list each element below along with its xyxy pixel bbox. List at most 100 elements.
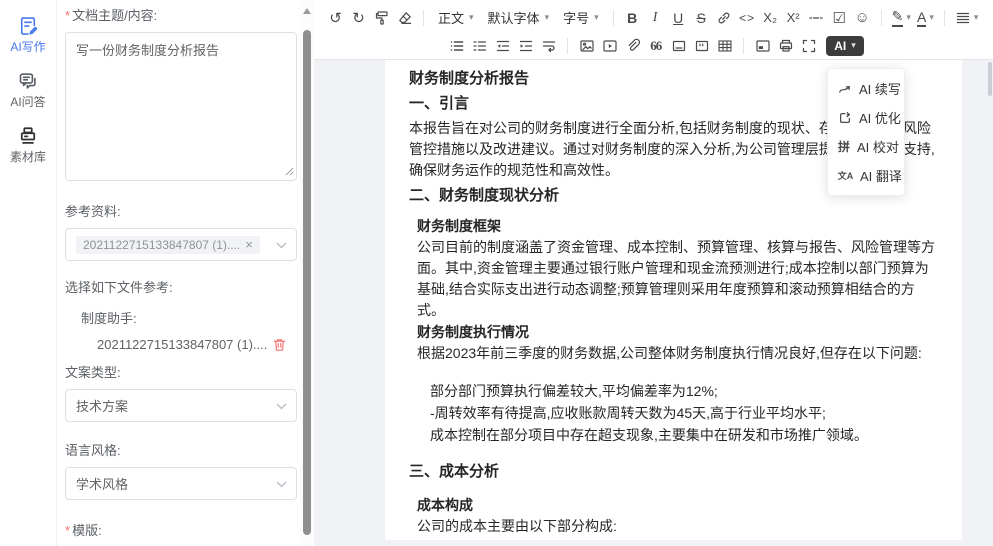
font-family-select[interactable]: 默认字体▾ <box>481 7 557 29</box>
inline-code-button[interactable]: <> <box>737 7 758 29</box>
doc-type-select[interactable]: 技术方案 <box>65 389 297 422</box>
chevron-down-icon <box>276 403 287 410</box>
blockquote-button[interactable]: 66 <box>645 35 666 57</box>
menu-item-label: AI 优化 <box>859 108 901 127</box>
sidebar-item-label: AI问答 <box>10 93 45 110</box>
required-marker: * <box>65 8 70 23</box>
italic-button[interactable]: I <box>645 7 666 29</box>
app-window: AI写作 AI问答 素材库 <box>0 0 993 546</box>
code-block-button[interactable] <box>691 35 712 57</box>
template-label: *模版: <box>65 520 297 539</box>
toolbar-separator <box>944 10 945 26</box>
sidebar-item-material-library[interactable]: 素材库 <box>0 126 56 165</box>
insert-video-button[interactable] <box>599 35 620 57</box>
format-painter-button[interactable] <box>371 7 392 29</box>
doc-list-item: -周转效率有待提高,应收账款周转天数为45天,高于行业平均水平; <box>430 402 940 424</box>
reference-select[interactable]: 2021122715133847807 (1).... × <box>65 228 297 261</box>
insert-table-button[interactable] <box>714 35 735 57</box>
align-button[interactable]: ▾ <box>953 7 981 29</box>
resize-handle-icon[interactable] <box>285 167 294 176</box>
file-group-label: 制度助手: <box>81 308 297 327</box>
fullscreen-button[interactable] <box>798 35 819 57</box>
pip-layout-button[interactable] <box>752 35 773 57</box>
menu-item-label: AI 翻译 <box>860 166 902 185</box>
attachment-button[interactable] <box>622 35 643 57</box>
doc-list-item: 部分部门预算执行偏差较大,平均偏差率为12%; <box>430 380 940 402</box>
bold-button[interactable]: B <box>622 7 643 29</box>
form-panel-scrollbar[interactable] <box>300 0 314 546</box>
task-list-button[interactable]: ☑ <box>829 7 850 29</box>
editor-canvas: 财务制度分析报告 一、引言 本报告旨在对公司的财务制度进行全面分析,包括财务制度… <box>314 60 993 546</box>
sidebar-item-ai-writing[interactable]: AI写作 <box>0 16 56 55</box>
doc-subheading-cost-comp: 成本构成 <box>417 495 940 516</box>
library-icon <box>18 126 38 146</box>
chevron-down-icon <box>276 242 287 249</box>
horizontal-rule-button[interactable] <box>806 7 827 29</box>
doc-type-value: 技术方案 <box>76 396 128 415</box>
editor-toolbar: ↺ ↻ 正文▾ 默认字体▾ <box>314 0 993 60</box>
doc-subheading-execution: 财务制度执行情况 <box>417 322 940 343</box>
sidebar-item-ai-qa[interactable]: AI问答 <box>0 71 56 110</box>
ai-writing-form: *文档主题/内容: 写一份财务制度分析报告 参考资料: 202112271513… <box>57 0 300 546</box>
undo-button[interactable]: ↺ <box>325 7 346 29</box>
doc-heading-cost: 三、成本分析 <box>409 461 940 483</box>
scroll-up-arrow-icon[interactable] <box>303 8 311 14</box>
file-row: 2021122715133847807 (1).... <box>97 337 297 352</box>
subscript-button[interactable]: X₂ <box>760 7 781 29</box>
outdent-button[interactable] <box>492 35 513 57</box>
menu-item-ai-translate[interactable]: 文A AI 翻译 <box>828 161 904 190</box>
emoji-button[interactable]: ☺ <box>852 7 873 29</box>
caret-down-icon: ▾ <box>974 12 979 23</box>
caret-down-icon: ▾ <box>469 12 474 23</box>
menu-item-ai-optimize[interactable]: AI 优化 <box>828 103 904 132</box>
toolbar-separator <box>881 10 882 26</box>
style-value: 学术风格 <box>76 474 128 493</box>
underline-button[interactable]: U <box>668 7 689 29</box>
translate-icon: 文A <box>838 169 853 182</box>
scrollbar-thumb[interactable] <box>303 30 311 535</box>
ordered-list-button[interactable] <box>469 35 490 57</box>
print-button[interactable] <box>775 35 796 57</box>
nav-sidebar: AI写作 AI问答 素材库 <box>0 0 57 546</box>
menu-item-ai-continue[interactable]: AI 续写 <box>828 74 904 103</box>
caret-down-icon: ▾ <box>594 12 599 23</box>
file-section-label: 选择如下文件参考: <box>65 277 297 296</box>
wrap-text-button[interactable] <box>538 35 559 57</box>
trash-icon[interactable] <box>272 337 287 352</box>
tag-close-icon[interactable]: × <box>245 238 253 251</box>
topic-label: *文档主题/内容: <box>65 5 297 24</box>
insert-image-button[interactable] <box>576 35 597 57</box>
toolbar-separator <box>743 38 744 54</box>
menu-item-ai-proofread[interactable]: 拼 AI 校对 <box>828 132 904 161</box>
eraser-button[interactable] <box>394 7 415 29</box>
paragraph-style-select[interactable]: 正文▾ <box>431 7 481 29</box>
proofread-icon: 拼 <box>838 138 850 155</box>
doc-paragraph: 公司的成本主要由以下部分构成: <box>417 516 940 537</box>
font-size-select[interactable]: 字号▾ <box>556 7 606 29</box>
toolbar-separator <box>423 10 424 26</box>
ai-dropdown-menu: AI 续写 AI 优化 拼 AI 校对 文A <box>827 68 905 196</box>
required-marker: * <box>65 523 70 538</box>
doc-issue-list: 部分部门预算执行偏差较大,平均偏差率为12%; -周转效率有待提高,应收账款周转… <box>430 380 940 446</box>
superscript-button[interactable]: X² <box>783 7 804 29</box>
editor-scrollbar-thumb[interactable] <box>988 62 992 96</box>
continue-writing-icon <box>838 82 852 96</box>
menu-item-label: AI 校对 <box>857 137 899 156</box>
doc-type-label: 文案类型: <box>65 362 297 381</box>
style-select[interactable]: 学术风格 <box>65 467 297 500</box>
optimize-icon <box>838 111 852 125</box>
highlight-color-button[interactable]: ✎ ▾ <box>890 7 913 29</box>
redo-button[interactable]: ↻ <box>348 7 369 29</box>
link-button[interactable] <box>714 7 735 29</box>
strikethrough-button[interactable]: S <box>691 7 712 29</box>
caret-down-icon: ▾ <box>545 12 550 23</box>
topic-textarea[interactable]: 写一份财务制度分析报告 <box>65 32 297 181</box>
divider-button[interactable] <box>668 35 689 57</box>
font-color-button[interactable]: A ▾ <box>915 7 936 29</box>
sidebar-item-label: 素材库 <box>10 148 46 165</box>
indent-button[interactable] <box>515 35 536 57</box>
toolbar-separator <box>613 10 614 26</box>
sidebar-item-label: AI写作 <box>10 38 45 55</box>
ai-dropdown-button[interactable]: AI▾ <box>826 36 864 56</box>
bullet-list-button[interactable] <box>446 35 467 57</box>
